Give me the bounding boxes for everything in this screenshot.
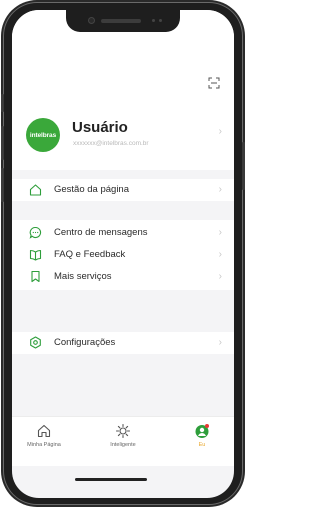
menu-item-page-management[interactable]: Gestão da página › xyxy=(12,179,234,201)
chevron-right-icon: › xyxy=(218,249,222,260)
volume-down-button xyxy=(1,168,4,202)
menu-group-settings: Configurações › xyxy=(12,332,234,354)
tab-label: Eu xyxy=(198,442,206,448)
menu-label: Configurações xyxy=(54,337,116,348)
menu-item-faq[interactable]: FAQ e Feedback › xyxy=(12,244,234,266)
power-button xyxy=(242,142,245,190)
app-screen: intelbras Usuário xxxxxxx@intelbras.com.… xyxy=(12,10,234,498)
notch xyxy=(66,10,180,32)
tab-eu[interactable]: Eu xyxy=(172,423,232,448)
menu-label: Mais serviços xyxy=(54,271,112,282)
chevron-right-icon: › xyxy=(218,126,222,137)
user-name: Usuário xyxy=(72,119,128,136)
avatar: intelbras xyxy=(26,118,60,152)
menu-label: FAQ e Feedback xyxy=(54,249,126,260)
message-icon xyxy=(29,226,42,239)
phone-frame: intelbras Usuário xxxxxxx@intelbras.com.… xyxy=(1,2,245,505)
settings-icon xyxy=(30,336,41,349)
chevron-right-icon: › xyxy=(218,227,222,238)
chevron-right-icon: › xyxy=(218,337,222,348)
home-indicator xyxy=(75,478,147,481)
chevron-right-icon: › xyxy=(218,271,222,282)
home-outline-icon xyxy=(29,184,42,196)
menu-item-more-services[interactable]: Mais serviços › xyxy=(12,266,234,288)
profile-icon xyxy=(195,424,209,438)
menu-label: Centro de mensagens xyxy=(54,227,148,238)
bookmark-icon xyxy=(31,270,40,283)
tab-label: Minha Página xyxy=(27,442,61,448)
sun-icon xyxy=(115,423,131,439)
menu-label: Gestão da página xyxy=(54,184,130,195)
bottom-tab-bar: Minha Página Inteligente Eu xyxy=(12,416,234,466)
home-icon xyxy=(37,424,51,438)
tab-minha-pagina[interactable]: Minha Página xyxy=(14,423,74,448)
profile-card[interactable]: intelbras Usuário xxxxxxx@intelbras.com.… xyxy=(12,105,234,160)
menu-group-support: Centro de mensagens › FAQ e Feedback › M… xyxy=(12,220,234,290)
tab-label: Inteligente xyxy=(110,442,136,448)
volume-up-button xyxy=(1,126,4,160)
menu-item-settings[interactable]: Configurações › xyxy=(12,332,234,354)
book-icon xyxy=(29,249,42,261)
mute-switch xyxy=(1,94,4,112)
tab-inteligente[interactable]: Inteligente xyxy=(93,423,153,448)
user-email: xxxxxxx@intelbras.com.br xyxy=(73,140,149,147)
chevron-right-icon: › xyxy=(218,184,222,195)
menu-group-page: Gestão da página › xyxy=(12,179,234,201)
scan-icon[interactable] xyxy=(208,77,220,89)
menu-item-messages[interactable]: Centro de mensagens › xyxy=(12,222,234,244)
